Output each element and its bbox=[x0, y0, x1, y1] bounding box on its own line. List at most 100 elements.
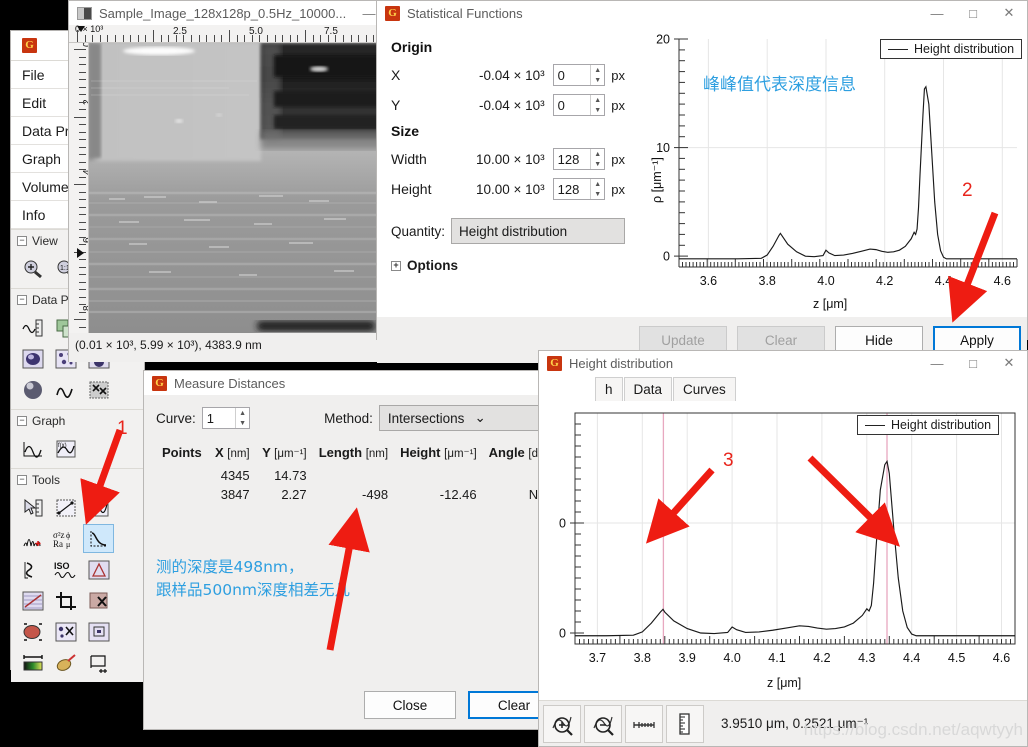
zoom-in-graph-icon[interactable] bbox=[543, 704, 581, 743]
histwin-chart-legend: Height distribution bbox=[857, 415, 1000, 435]
spinner-arrows[interactable]: ▲ ▼ bbox=[590, 65, 605, 85]
crop-icon[interactable] bbox=[50, 586, 81, 615]
collapse-icon[interactable]: − bbox=[17, 294, 27, 305]
mask-editor-icon[interactable] bbox=[83, 617, 114, 646]
method-combo[interactable]: Intersections ⌄ bbox=[378, 405, 560, 431]
wave-icon[interactable] bbox=[50, 375, 81, 404]
histwin-title: Height distribution bbox=[569, 355, 674, 371]
chevron-down-icon[interactable]: ⌄ bbox=[474, 410, 485, 426]
close-button[interactable]: ✕ bbox=[991, 351, 1027, 375]
height-distribution-chart[interactable]: 3.7 3.8 3.9 4.0 4.1 4.2 4.3 4.4 4.5 4.6 0 0 bbox=[539, 401, 1027, 696]
spinner-down-icon[interactable]: ▼ bbox=[591, 75, 604, 85]
histwin-plot-area[interactable]: 3.7 3.8 3.9 4.0 4.1 4.2 4.3 4.4 4.5 4.6 0 0 Height … bbox=[539, 401, 1027, 696]
origin-y-input[interactable]: 0 bbox=[554, 95, 591, 115]
maximize-button[interactable]: □ bbox=[955, 1, 991, 25]
statfn-preview-chart[interactable]: 3.6 3.8 4.0 4.2 4.4 4.6 0 10 20 bbox=[635, 25, 1027, 317]
zoom-in-icon[interactable] bbox=[17, 254, 48, 283]
statfn-titlebar: G Statistical Functions — □ ✕ bbox=[377, 1, 1027, 25]
spectro-icon[interactable] bbox=[17, 524, 48, 553]
table-header-row: Points X [nm] Y [μm⁻¹] Length [nm] Heigh… bbox=[156, 445, 560, 466]
spinner-arrows[interactable]: ▲ ▼ bbox=[590, 179, 605, 199]
spinner-up-icon[interactable]: ▲ bbox=[591, 95, 604, 105]
height-distribution-icon[interactable] bbox=[83, 524, 114, 553]
ruler-icon[interactable] bbox=[666, 704, 704, 743]
spinner-arrows[interactable]: ▲ ▼ bbox=[590, 149, 605, 169]
collapse-icon[interactable]: − bbox=[17, 474, 27, 485]
spm-image-canvas[interactable] bbox=[89, 43, 389, 333]
spinner-arrows[interactable]: ▲ ▼ bbox=[590, 95, 605, 115]
spinner-up-icon[interactable]: ▲ bbox=[591, 65, 604, 75]
stats-quantities-icon[interactable]: σ²z Ra ϕ μ bbox=[50, 524, 81, 553]
graph-profile-icon[interactable] bbox=[17, 434, 48, 463]
sphere-icon[interactable] bbox=[17, 375, 48, 404]
vruler-label-4: 4 bbox=[82, 169, 88, 175]
graph-function-icon[interactable]: f(x) bbox=[50, 434, 81, 463]
color-range-icon[interactable] bbox=[17, 648, 48, 677]
mark-extend-icon[interactable] bbox=[83, 648, 114, 677]
col-y: Y [μm⁻¹] bbox=[262, 445, 307, 460]
origin-x-spinner[interactable]: 0 ▲ ▼ bbox=[552, 64, 606, 86]
zoom-out-graph-icon[interactable] bbox=[584, 704, 622, 743]
origin-y-spinner[interactable]: 0 ▲ ▼ bbox=[552, 94, 606, 116]
origin-y-row: Y -0.04 × 10³ 0 ▲ ▼ px bbox=[391, 90, 625, 120]
size-height-spinner[interactable]: 128 ▲ ▼ bbox=[552, 178, 606, 200]
collapse-icon[interactable]: − bbox=[17, 415, 27, 426]
spinner-down-icon[interactable]: ▼ bbox=[236, 418, 249, 428]
spinner-up-icon[interactable]: ▲ bbox=[591, 179, 604, 189]
table-row[interactable]: 3847 2.27 -498 -12.46 N.A. bbox=[156, 485, 560, 504]
minimize-button[interactable]: — bbox=[919, 1, 955, 25]
shade-icon[interactable] bbox=[17, 344, 48, 373]
maximize-button[interactable]: □ bbox=[955, 351, 991, 375]
size-height-input[interactable]: 128 bbox=[554, 179, 591, 199]
collapse-icon[interactable]: − bbox=[17, 235, 27, 246]
measure-body: Curve: 1 ▲ ▼ Method: Intersections ⌄ Poin… bbox=[144, 395, 572, 729]
close-button[interactable]: Close bbox=[364, 691, 456, 719]
remove-spots-icon[interactable] bbox=[83, 586, 114, 615]
tab-data[interactable]: Data bbox=[623, 377, 673, 401]
spinner-arrows[interactable]: ▲ ▼ bbox=[235, 408, 250, 428]
svg-text:4.2: 4.2 bbox=[813, 651, 830, 665]
cell-height bbox=[394, 466, 483, 485]
spinner-down-icon[interactable]: ▼ bbox=[591, 159, 604, 169]
svg-text:3.6: 3.6 bbox=[700, 274, 717, 288]
close-button[interactable]: ✕ bbox=[991, 1, 1027, 25]
size-width-input[interactable]: 128 bbox=[554, 149, 591, 169]
tab-curves[interactable]: Curves bbox=[673, 377, 736, 401]
curve-input[interactable]: 1 bbox=[203, 408, 235, 428]
measure-annotation-note: 测的深度是498nm， 跟样品500nm深度相差无几 bbox=[156, 556, 560, 603]
filter-icon[interactable] bbox=[50, 648, 81, 677]
col-height: Height [μm⁻¹] bbox=[400, 445, 477, 460]
remove-cross-icon[interactable] bbox=[83, 375, 114, 404]
grain-mark-icon[interactable] bbox=[17, 617, 48, 646]
cell-length: -498 bbox=[362, 487, 389, 502]
tab-graph[interactable]: h bbox=[595, 377, 623, 401]
minimize-button[interactable]: — bbox=[919, 351, 955, 375]
curve-spinner[interactable]: 1 ▲ ▼ bbox=[201, 407, 251, 429]
level-icon[interactable] bbox=[17, 313, 48, 342]
statfn-title: Statistical Functions bbox=[407, 5, 523, 21]
distance-icon[interactable] bbox=[50, 493, 81, 522]
profile-icon[interactable] bbox=[83, 493, 114, 522]
three-point-level-icon[interactable] bbox=[83, 555, 114, 584]
size-width-row: Width 10.00 × 10³ 128 ▲ ▼ px bbox=[391, 144, 625, 174]
section-header-tools[interactable]: − Tools bbox=[11, 468, 144, 490]
path-level-icon[interactable] bbox=[17, 586, 48, 615]
origin-x-input[interactable]: 0 bbox=[554, 65, 591, 85]
spm-image-render bbox=[89, 43, 389, 333]
iso-roughness-icon[interactable]: ISO bbox=[50, 555, 81, 584]
spinner-down-icon[interactable]: ▼ bbox=[591, 105, 604, 115]
svg-text:f(x): f(x) bbox=[58, 443, 67, 449]
spinner-up-icon[interactable]: ▲ bbox=[236, 408, 249, 418]
grain-stats-icon[interactable] bbox=[50, 617, 81, 646]
pointer-ruler-icon[interactable] bbox=[17, 493, 48, 522]
options-expander-row[interactable]: + Options bbox=[391, 258, 625, 273]
spinner-down-icon[interactable]: ▼ bbox=[591, 189, 604, 199]
measure-distance-icon[interactable] bbox=[625, 704, 663, 743]
expand-icon[interactable]: + bbox=[391, 260, 401, 271]
spinner-up-icon[interactable]: ▲ bbox=[591, 149, 604, 159]
quantity-combo[interactable]: Height distribution bbox=[451, 218, 625, 244]
table-row[interactable]: 4345 14.73 bbox=[156, 466, 560, 485]
sf-curve-icon[interactable] bbox=[17, 555, 48, 584]
spm-image-icon bbox=[77, 6, 92, 20]
size-width-spinner[interactable]: 128 ▲ ▼ bbox=[552, 148, 606, 170]
